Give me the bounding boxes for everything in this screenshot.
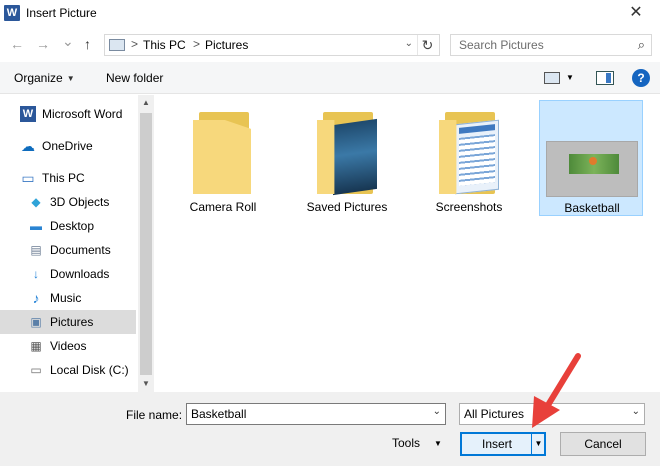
sidebar-item-microsoft-word[interactable]: W Microsoft Word [20,103,136,125]
folder-item-screenshots[interactable]: Screenshots [417,100,521,216]
item-label: Basketball [564,201,620,215]
download-icon: ↓ [33,267,39,281]
folder-with-screenshots-icon [439,112,499,195]
caret-down-icon: ▼ [66,74,75,83]
word-app-icon: W [4,5,20,21]
insert-options-caret-icon[interactable]: ▼ [531,433,545,455]
videos-icon: ▦ [30,339,42,353]
back-arrow-icon[interactable]: ← [10,36,24,52]
sidebar-scrollbar[interactable]: ▲ ▼ [138,95,154,392]
sidebar-item-3d-objects[interactable]: ◆ 3D Objects [28,191,136,213]
folder-icon [193,112,253,194]
organize-label: Organize [14,71,63,85]
sidebar-item-label: 3D Objects [50,195,110,209]
scroll-down-arrow-icon[interactable]: ▼ [138,376,154,392]
breadcrumb-pictures[interactable]: Pictures [205,38,248,52]
chevron-down-icon[interactable]: ⌄ [632,406,640,417]
up-arrow-icon[interactable]: ↑ [84,36,91,52]
search-placeholder: Search Pictures [459,38,544,52]
sidebar-item-label: Videos [50,339,87,353]
folder-with-photo-icon [317,112,377,196]
caret-down-icon[interactable]: ▼ [434,439,442,448]
sidebar-item-label: OneDrive [42,139,93,153]
pictures-folder-icon [109,39,125,51]
close-button[interactable]: ✕ [622,2,650,24]
sidebar-item-label: Documents [50,243,111,257]
organize-menu[interactable]: Organize ▼ [14,71,75,85]
cancel-button[interactable]: Cancel [560,432,646,456]
title-bar: W Insert Picture ✕ [0,0,660,28]
search-icon: ⌕ [637,37,645,52]
file-list: Camera Roll Saved Pictures Screenshots B… [155,95,660,392]
image-item-basketball[interactable]: Basketball [539,100,643,216]
breadcrumb-separator: > [193,37,201,51]
computer-icon: ▭ [21,170,35,186]
new-folder-button[interactable]: New folder [106,71,163,85]
word-icon: W [20,106,36,122]
address-dropdown-icon[interactable]: ⌄ [405,38,413,49]
sidebar-item-label: Microsoft Word [42,107,123,121]
sidebar-item-label: Music [50,291,82,305]
item-label: Screenshots [435,200,503,214]
preview-pane-icon[interactable] [596,71,614,85]
breadcrumb-this-pc[interactable]: This PC [143,38,186,52]
disk-icon: ▭ [30,363,42,377]
file-name-label: File name: [126,408,183,422]
insert-button[interactable]: Insert ▼ [460,432,546,456]
forward-arrow-icon[interactable]: → [36,36,50,52]
sidebar-item-desktop[interactable]: ▬ Desktop [28,215,136,237]
file-name-value: Basketball [191,407,247,421]
recent-locations-chevron-icon[interactable]: ⌄ [62,33,74,50]
sidebar-item-local-disk[interactable]: ▭ Local Disk (C:) [28,359,136,381]
cube-icon: ◆ [31,195,41,209]
sidebar-item-onedrive[interactable]: ☁ OneDrive [20,135,136,157]
navigation-pane: W Microsoft Word ☁ OneDrive ▭ This PC ◆ … [0,95,138,392]
sidebar-item-music[interactable]: ♪ Music [28,287,136,309]
sidebar-item-label: Desktop [50,219,95,233]
view-options-caret-icon[interactable]: ▼ [566,73,574,82]
file-type-filter[interactable]: All Pictures ⌄ [459,403,645,425]
folder-item-saved-pictures[interactable]: Saved Pictures [295,100,399,216]
help-icon[interactable]: ? [632,69,650,87]
scroll-up-arrow-icon[interactable]: ▲ [138,95,154,111]
file-type-value: All Pictures [464,407,525,421]
sidebar-item-downloads[interactable]: ↓ Downloads [28,263,136,285]
sidebar-item-label: Downloads [50,267,110,281]
cloud-icon: ☁ [21,138,35,154]
file-name-field[interactable]: Basketball ⌄ [186,403,446,425]
change-view-icon[interactable] [544,72,560,84]
pictures-icon: ▣ [30,315,42,329]
desktop-icon: ▬ [30,219,42,233]
sidebar-item-pictures[interactable]: ▣ Pictures [0,310,136,334]
search-input[interactable]: Search Pictures ⌕ [450,34,652,56]
documents-icon: ▤ [30,243,42,257]
sidebar-item-this-pc[interactable]: ▭ This PC [20,167,136,189]
music-icon: ♪ [32,290,40,306]
command-toolbar: Organize ▼ New folder ▼ ? [0,62,660,94]
sidebar-item-label: Pictures [50,315,94,329]
breadcrumb-separator: > [131,37,139,51]
tools-menu[interactable]: Tools [392,436,420,450]
item-label: Camera Roll [189,200,257,214]
sidebar-item-documents[interactable]: ▤ Documents [28,239,136,261]
item-label: Saved Pictures [306,200,388,214]
refresh-icon[interactable]: ↻ [417,35,437,55]
image-thumbnail [546,141,638,197]
sidebar-item-label: Local Disk (C:) [50,363,129,377]
chevron-down-icon[interactable]: ⌄ [433,406,441,417]
scrollbar-thumb[interactable] [140,113,152,375]
dialog-footer: File name: Basketball ⌄ All Pictures ⌄ T… [0,392,660,466]
address-bar[interactable]: > This PC > Pictures ⌄ ↻ [104,34,440,56]
sidebar-item-videos[interactable]: ▦ Videos [28,335,136,357]
insert-label: Insert [481,437,512,451]
sidebar-item-label: This PC [42,171,85,185]
window-title: Insert Picture [26,6,97,20]
folder-item-camera-roll[interactable]: Camera Roll [171,100,275,216]
